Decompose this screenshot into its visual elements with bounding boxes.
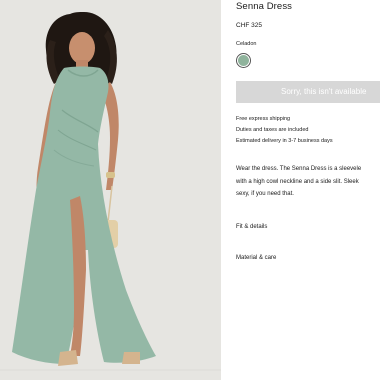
fit-details-accordion[interactable]: Fit & details bbox=[236, 224, 267, 230]
product-title: Senna Dress bbox=[236, 1, 293, 12]
shipping-free: Free express shipping bbox=[236, 116, 291, 122]
product-info: Senna Dress CHF 325 Celadon Sorry, this … bbox=[236, 0, 380, 380]
description-line: Wear the dress. The Senna Dress is a sle… bbox=[236, 166, 362, 172]
product-photo bbox=[0, 0, 221, 380]
shipping-delivery: Estimated delivery in 3-7 business days bbox=[236, 138, 333, 144]
shipping-duties: Duties and taxes are included bbox=[236, 127, 309, 133]
color-swatch-celadon[interactable] bbox=[236, 53, 251, 68]
material-care-accordion[interactable]: Material & care bbox=[236, 255, 276, 261]
product-price: CHF 325 bbox=[236, 22, 263, 29]
product-page: Senna Dress CHF 325 Celadon Sorry, this … bbox=[0, 0, 380, 380]
description-line: sexy, if you need that. bbox=[236, 191, 294, 197]
swatch-fill bbox=[238, 55, 249, 66]
description-line: with a high cowl neckline and a side sli… bbox=[236, 178, 359, 185]
color-label: Celadon bbox=[236, 41, 257, 47]
model-illustration bbox=[0, 0, 221, 380]
product-description: Wear the dress. The Senna Dress is a sle… bbox=[236, 163, 380, 201]
unavailable-button[interactable]: Sorry, this isn't available bbox=[236, 81, 380, 103]
